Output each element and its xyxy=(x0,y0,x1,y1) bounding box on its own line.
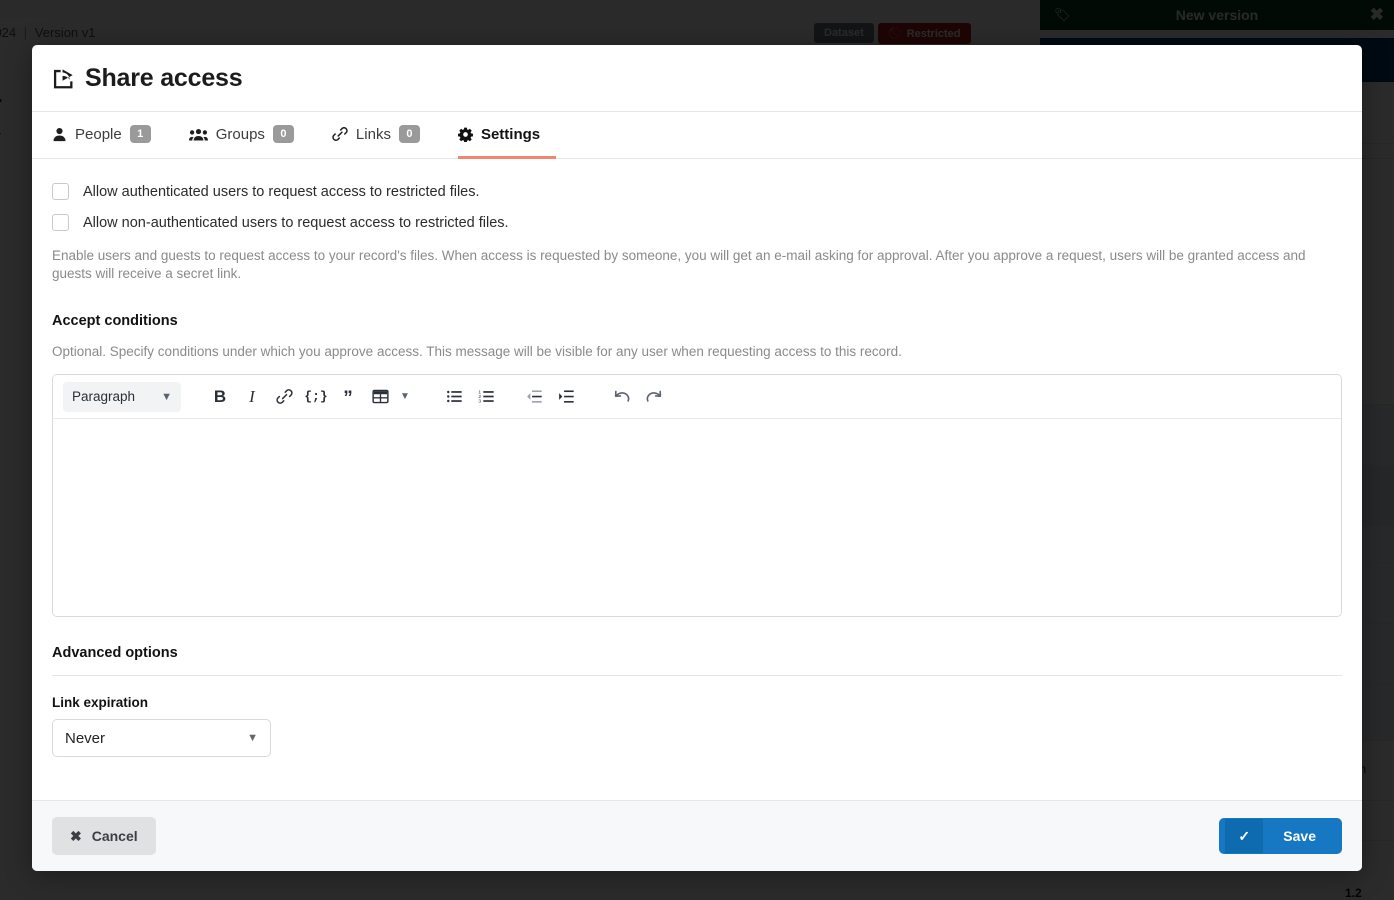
undo-icon[interactable] xyxy=(607,382,637,412)
chevron-down-icon: ▼ xyxy=(161,390,172,403)
cancel-button-label: Cancel xyxy=(91,828,138,844)
table-icon[interactable] xyxy=(365,382,395,412)
outdent-icon[interactable] xyxy=(519,382,549,412)
accept-conditions-editor: Paragraph ▼ B I {;} ” ▼ 1 2 3 xyxy=(52,374,1342,618)
dialog-tabs: People 1 Groups 0 Links 0 Settings xyxy=(32,112,1362,159)
accept-conditions-title: Accept conditions xyxy=(52,313,178,330)
tab-groups[interactable]: Groups 0 xyxy=(188,112,310,159)
tab-people[interactable]: People 1 xyxy=(52,112,167,159)
advanced-options-title: Advanced options xyxy=(52,645,178,662)
tab-settings[interactable]: Settings xyxy=(457,112,557,159)
settings-panel: Allow authenticated users to request acc… xyxy=(32,159,1362,800)
chevron-down-icon: ▼ xyxy=(247,732,258,745)
dialog-header: Share access xyxy=(32,45,1362,112)
link-icon[interactable] xyxy=(269,382,299,412)
bold-icon[interactable]: B xyxy=(205,382,235,412)
person-icon xyxy=(52,127,67,142)
table-chevron-down-icon[interactable]: ▼ xyxy=(397,391,413,402)
tab-people-label: People xyxy=(75,125,122,143)
share-access-dialog: Share access People 1 Groups 0 Links 0 S… xyxy=(32,45,1362,871)
dialog-title: Share access xyxy=(85,63,243,92)
code-icon[interactable]: {;} xyxy=(301,382,331,412)
bullet-list-icon[interactable] xyxy=(439,382,469,412)
svg-text:3: 3 xyxy=(478,399,481,405)
paragraph-format-value: Paragraph xyxy=(72,389,136,405)
redo-icon[interactable] xyxy=(639,382,669,412)
allow-non-authenticated-checkbox[interactable] xyxy=(52,214,69,231)
link-icon xyxy=(332,126,348,142)
allow-authenticated-label: Allow authenticated users to request acc… xyxy=(83,183,480,200)
tab-settings-label: Settings xyxy=(480,125,541,143)
dialog-footer: ✖ Cancel ✓ Save xyxy=(32,800,1362,871)
accept-conditions-textarea[interactable] xyxy=(53,419,1341,617)
non-authenticated-access-row[interactable]: Allow non-authenticated users to request… xyxy=(52,214,1342,231)
allow-non-authenticated-label: Allow non-authenticated users to request… xyxy=(83,214,509,231)
accept-conditions-description: Optional. Specify conditions under which… xyxy=(52,344,902,360)
link-expiration-select[interactable]: Never ▼ xyxy=(52,719,271,758)
save-button-label: Save xyxy=(1283,828,1316,844)
cancel-button[interactable]: ✖ Cancel xyxy=(52,817,156,855)
gear-icon xyxy=(457,127,473,142)
numbered-list-icon[interactable]: 1 2 3 xyxy=(471,382,501,412)
indent-icon[interactable] xyxy=(551,382,581,412)
share-icon xyxy=(52,68,75,89)
save-button[interactable]: ✓ Save xyxy=(1219,818,1342,854)
tab-links-badge: 0 xyxy=(398,125,420,143)
allow-authenticated-checkbox[interactable] xyxy=(52,183,69,200)
advanced-options-divider xyxy=(52,675,1342,677)
authenticated-access-row[interactable]: Allow authenticated users to request acc… xyxy=(52,183,1342,200)
link-expiration-label: Link expiration xyxy=(52,695,149,711)
tab-groups-badge: 0 xyxy=(272,125,294,143)
access-request-help-text: Enable users and guests to request acces… xyxy=(52,248,1306,282)
people-icon xyxy=(188,127,208,142)
tab-links[interactable]: Links 0 xyxy=(332,112,436,159)
italic-icon[interactable]: I xyxy=(237,382,267,412)
link-expiration-value: Never xyxy=(65,729,106,747)
editor-toolbar: Paragraph ▼ B I {;} ” ▼ 1 2 3 xyxy=(53,375,1341,420)
paragraph-format-select[interactable]: Paragraph ▼ xyxy=(63,381,181,412)
check-icon: ✓ xyxy=(1225,819,1264,853)
tab-links-label: Links xyxy=(355,125,391,143)
tab-groups-label: Groups xyxy=(215,125,265,143)
x-icon: ✖ xyxy=(70,827,82,844)
blockquote-icon[interactable]: ” xyxy=(333,382,363,412)
tab-people-badge: 1 xyxy=(129,125,151,143)
